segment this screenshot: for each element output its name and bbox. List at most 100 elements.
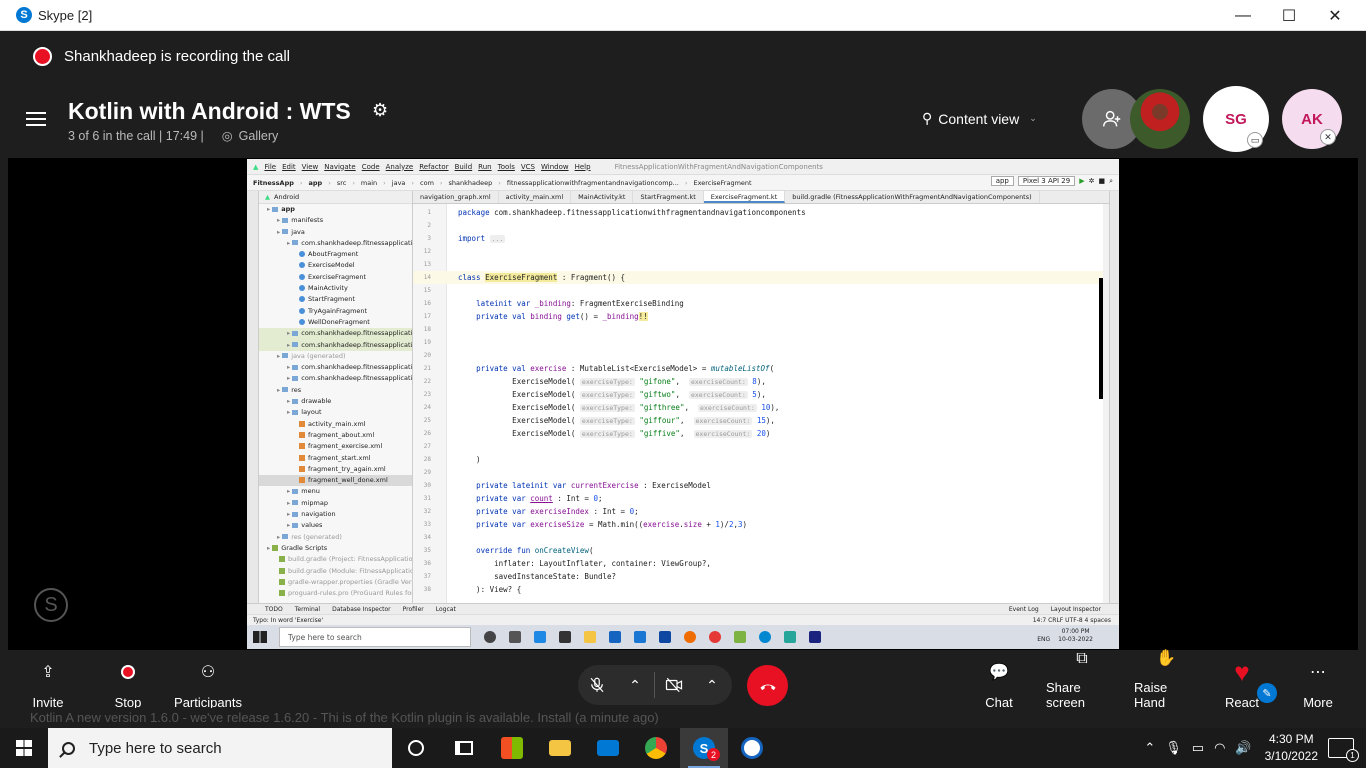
- editor-tab[interactable]: activity_main.xml: [499, 191, 572, 203]
- tree-item[interactable]: ▸ drawable: [259, 396, 412, 407]
- tree-item[interactable]: fragment_well_done.xml: [259, 475, 412, 487]
- conversation-title[interactable]: Kotlin with Android : WTS: [68, 98, 351, 125]
- ide-tool-window-button[interactable]: TODO: [265, 606, 283, 613]
- tree-item[interactable]: AboutFragment: [259, 249, 412, 260]
- breadcrumb-item[interactable]: shankhadeep: [449, 179, 493, 187]
- tree-item[interactable]: ▸ com.shankhadeep.fitnessapplication: [259, 373, 412, 384]
- project-view-dropdown[interactable]: Android: [274, 193, 299, 201]
- tree-arrow-icon[interactable]: ▸: [287, 499, 290, 507]
- tree-item[interactable]: ▸ com.shankhadeep.fitnessapplication: [259, 362, 412, 373]
- tree-item[interactable]: MainActivity: [259, 283, 412, 294]
- tree-item[interactable]: ▸ res (generated): [259, 532, 412, 543]
- tree-item[interactable]: fragment_try_again.xml: [259, 464, 412, 475]
- tree-arrow-icon[interactable]: ▸: [287, 239, 290, 247]
- ide-tool-window-button[interactable]: Event Log: [1009, 606, 1039, 613]
- microphone-icon[interactable]: 🎙: [1165, 740, 1182, 756]
- ide-menu-item[interactable]: File: [264, 163, 276, 171]
- tree-item[interactable]: StartFragment: [259, 294, 412, 305]
- taskbar-clock[interactable]: 4:30 PM 3/10/2022: [1265, 731, 1318, 765]
- participant-avatar-photo[interactable]: [1130, 89, 1190, 149]
- tree-item[interactable]: ▸ com.shankhadeep.fitnessapplication: [259, 238, 412, 249]
- notification-center-icon[interactable]: 1: [1328, 738, 1359, 762]
- ide-tool-window-button[interactable]: Layout Inspector: [1051, 606, 1101, 613]
- start-button[interactable]: [0, 728, 48, 768]
- tree-item[interactable]: ExerciseModel: [259, 260, 412, 271]
- debug-icon[interactable]: ✲: [1089, 177, 1095, 185]
- tree-item[interactable]: ▸ navigation: [259, 509, 412, 520]
- tree-item[interactable]: ▸ app: [259, 204, 412, 215]
- tree-item[interactable]: fragment_start.xml: [259, 453, 412, 464]
- tree-arrow-icon[interactable]: ▸: [277, 386, 280, 394]
- store-button[interactable]: [488, 728, 536, 768]
- ide-menu-item[interactable]: Code: [362, 163, 380, 171]
- tree-item[interactable]: ▸ layout: [259, 407, 412, 418]
- minimize-button[interactable]: —: [1220, 0, 1266, 31]
- ide-menu-item[interactable]: View: [302, 163, 319, 171]
- gear-icon[interactable]: ⚙: [372, 100, 388, 121]
- editor-tab[interactable]: navigation_graph.xml: [413, 191, 499, 203]
- tree-item[interactable]: ▸ java: [259, 227, 412, 238]
- gallery-toggle[interactable]: ◎ Gallery: [222, 128, 279, 144]
- taskbar-search-box[interactable]: Type here to search: [48, 728, 392, 768]
- run-config-dropdown[interactable]: app: [990, 176, 1014, 186]
- breadcrumb-item[interactable]: java: [392, 179, 406, 187]
- tree-item[interactable]: ▸ values: [259, 520, 412, 531]
- ide-tool-window-button[interactable]: Database Inspector: [332, 606, 391, 613]
- tree-arrow-icon[interactable]: ▸: [287, 363, 290, 371]
- breadcrumb-item[interactable]: FitnessApp: [253, 179, 294, 187]
- breadcrumb-item[interactable]: com: [420, 179, 434, 187]
- tree-item[interactable]: ▸ com.shankhadeep.fitnessapplication: [259, 339, 412, 351]
- breadcrumb-item[interactable]: ExerciseFragment: [693, 179, 751, 187]
- maximize-button[interactable]: ☐: [1266, 0, 1312, 31]
- search-icon[interactable]: ⌕: [1109, 177, 1113, 186]
- ide-menu-item[interactable]: Navigate: [324, 163, 355, 171]
- editor-tab[interactable]: MainActivity.kt: [571, 191, 634, 203]
- end-call-button[interactable]: [747, 665, 788, 706]
- ide-menu-item[interactable]: Run: [478, 163, 491, 171]
- tree-arrow-icon[interactable]: ▸: [267, 544, 270, 552]
- ide-menu-item[interactable]: VCS: [521, 163, 535, 171]
- tree-item[interactable]: ▸ mipmap: [259, 498, 412, 509]
- tree-item[interactable]: fragment_exercise.xml: [259, 441, 412, 452]
- tree-item[interactable]: WellDoneFragment: [259, 317, 412, 328]
- breadcrumb-item[interactable]: main: [361, 179, 377, 187]
- tree-arrow-icon[interactable]: ▸: [287, 341, 290, 349]
- ide-tool-window-button[interactable]: Profiler: [403, 606, 424, 613]
- breadcrumb-item[interactable]: src: [337, 179, 347, 187]
- ide-menu-item[interactable]: Build: [455, 163, 473, 171]
- editor-tab[interactable]: ExerciseFragment.kt: [703, 191, 786, 203]
- ide-menu-item[interactable]: Window: [541, 163, 569, 171]
- ide-menu-item[interactable]: Tools: [498, 163, 515, 171]
- tree-item[interactable]: TryAgainFragment: [259, 306, 412, 317]
- task-view-button[interactable]: [440, 728, 488, 768]
- tree-item[interactable]: fragment_about.xml: [259, 430, 412, 441]
- tree-item[interactable]: ▸ res: [259, 385, 412, 396]
- ide-tool-window-button[interactable]: Terminal: [295, 606, 320, 613]
- cortana-button[interactable]: [392, 728, 440, 768]
- ide-menu-item[interactable]: Analyze: [386, 163, 414, 171]
- tree-item[interactable]: ▸ Gradle Scripts: [259, 543, 412, 554]
- battery-icon[interactable]: ▭: [1192, 740, 1204, 756]
- tree-item[interactable]: build.gradle (Project: FitnessApplicatio…: [259, 554, 412, 565]
- tree-item[interactable]: ▸ java (generated): [259, 351, 412, 362]
- tree-item[interactable]: gradle-wrapper.properties (Gradle Versi: [259, 577, 412, 588]
- tree-arrow-icon[interactable]: ▸: [287, 521, 290, 529]
- run-icon[interactable]: ▶: [1079, 177, 1084, 185]
- tree-item[interactable]: ▸ manifests: [259, 215, 412, 226]
- tree-arrow-icon[interactable]: ▸: [287, 374, 290, 382]
- ide-tool-window-button[interactable]: Logcat: [436, 606, 456, 613]
- breadcrumb-item[interactable]: fitnessapplicationwithfragmentandnavigat…: [507, 179, 679, 187]
- video-off-button[interactable]: [655, 676, 693, 694]
- pencil-icon[interactable]: ✎: [1257, 683, 1277, 703]
- tree-arrow-icon[interactable]: ▸: [287, 487, 290, 495]
- tree-item[interactable]: proguard-rules.pro (ProGuard Rules for: [259, 588, 412, 599]
- tree-item[interactable]: ▸ com.shankhadeep.fitnessapplication: [259, 328, 412, 340]
- menu-icon[interactable]: [26, 112, 46, 126]
- video-options-chevron-icon[interactable]: ⌃: [693, 677, 731, 694]
- tree-item[interactable]: ▸ menu: [259, 486, 412, 497]
- volume-icon[interactable]: 🔊: [1235, 740, 1251, 756]
- tree-arrow-icon[interactable]: ▸: [287, 329, 290, 337]
- mail-button[interactable]: [584, 728, 632, 768]
- tree-arrow-icon[interactable]: ▸: [287, 510, 290, 518]
- device-dropdown[interactable]: Pixel 3 API 29: [1017, 176, 1076, 186]
